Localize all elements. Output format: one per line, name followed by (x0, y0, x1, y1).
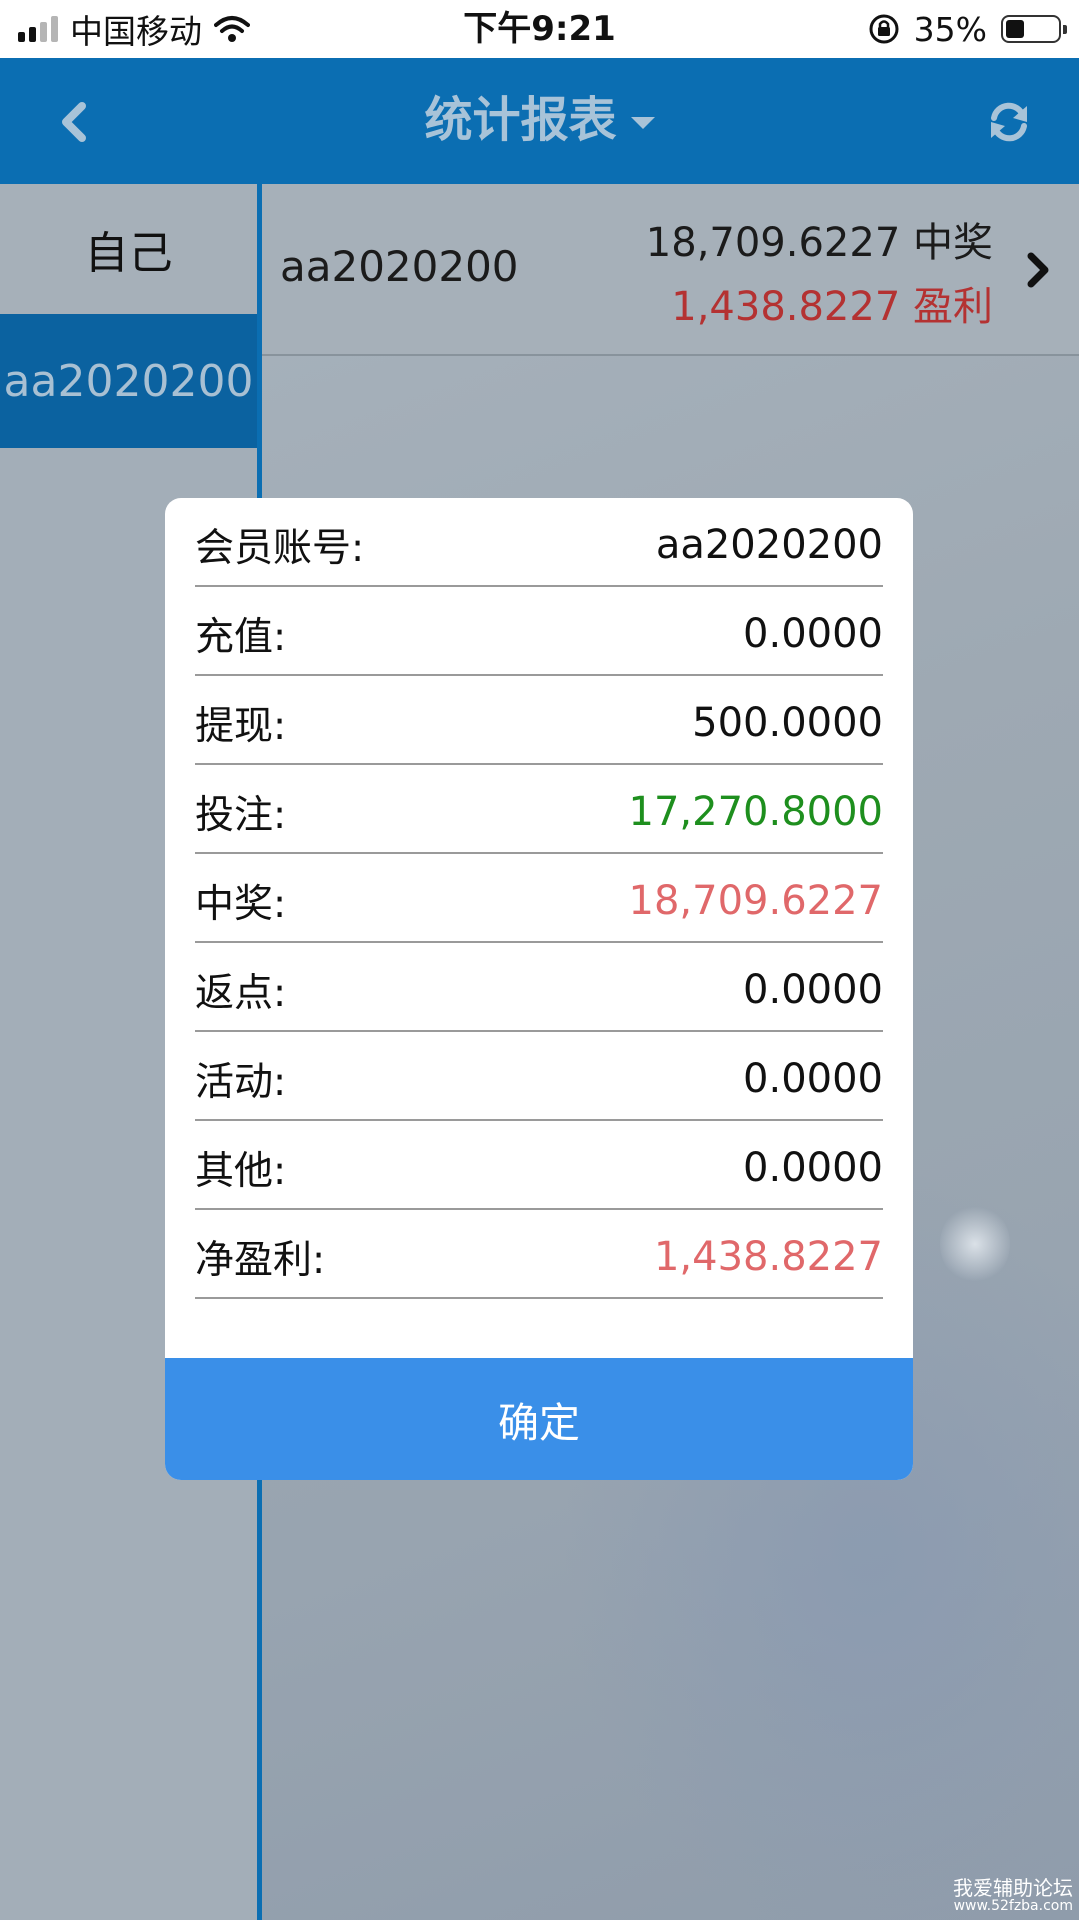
stats-row-value: aa2020200 (655, 521, 883, 568)
stats-dialog: 会员账号: aa2020200 充值: 0.0000 提现: 500.0000 … (165, 498, 913, 1480)
nav-bar: 统计报表 (0, 58, 1079, 184)
stats-row-label: 其他: (195, 1148, 287, 1194)
stats-row-account: 会员账号: aa2020200 (195, 498, 883, 587)
stats-row-label: 提现: (195, 703, 287, 749)
chevron-right-icon[interactable] (1023, 250, 1053, 290)
member-summary-row[interactable]: aa2020200 18,709.6227 中奖 1,438.8227 盈利 (262, 184, 1079, 356)
sidebar-item-member[interactable]: aa2020200 (0, 314, 257, 448)
battery-fill (1006, 20, 1024, 38)
member-win: 18,709.6227 中奖 (646, 210, 993, 268)
stats-row-withdraw: 提现: 500.0000 (195, 676, 883, 765)
stats-row-win: 中奖: 18,709.6227 (195, 854, 883, 943)
confirm-button[interactable]: 确定 (165, 1358, 913, 1480)
stats-row-bet: 投注: 17,270.8000 (195, 765, 883, 854)
page-title-text: 统计报表 (424, 92, 617, 148)
watermark: 我爱辅助论坛 www.52fzba.com (953, 1877, 1073, 1914)
caret-down-icon (630, 117, 655, 129)
battery-icon (1001, 15, 1067, 43)
refresh-icon[interactable] (983, 96, 1035, 148)
member-win-label: 中奖 (913, 220, 993, 266)
stats-row-rebate: 返点: 0.0000 (195, 943, 883, 1032)
stats-row-label: 投注: (195, 792, 287, 838)
stats-row-label: 活动: (195, 1059, 287, 1105)
stats-row-deposit: 充值: 0.0000 (195, 587, 883, 676)
stats-row-value: 1,438.8227 (653, 1233, 883, 1280)
stats-row-activity: 活动: 0.0000 (195, 1032, 883, 1121)
stats-row-label: 会员账号: (195, 525, 365, 571)
member-profit-label: 盈利 (913, 284, 993, 330)
member-win-value: 18,709.6227 (645, 220, 901, 266)
orientation-lock-icon (869, 14, 899, 44)
status-bar: 中国移动 下午9:21 35% (0, 0, 1079, 58)
stats-row-value: 0.0000 (743, 610, 883, 657)
stats-row-value: 500.0000 (692, 699, 883, 746)
stats-row-value: 0.0000 (743, 966, 883, 1013)
stats-row-value: 18,709.6227 (628, 877, 883, 924)
stats-row-value: 0.0000 (743, 1055, 883, 1102)
stats-row-other: 其他: 0.0000 (195, 1121, 883, 1210)
member-profit-value: 1,438.8227 (671, 284, 901, 330)
stats-list: 会员账号: aa2020200 充值: 0.0000 提现: 500.0000 … (195, 498, 883, 1299)
stats-row-label: 净盈利: (195, 1237, 326, 1283)
stats-row-label: 充值: (195, 614, 287, 660)
member-name: aa2020200 (280, 242, 519, 291)
sidebar-item-self[interactable]: 自己 (0, 184, 257, 314)
page-title[interactable]: 统计报表 (0, 88, 1079, 152)
status-right: 35% (868, 8, 1067, 50)
stats-row-label: 返点: (195, 970, 287, 1016)
battery-percent: 35% (913, 9, 987, 49)
watermark-url: www.52fzba.com (953, 1897, 1073, 1914)
stats-row-label: 中奖: (195, 881, 287, 927)
background-bloom (940, 1204, 1010, 1284)
stats-row-net-profit: 净盈利: 1,438.8227 (195, 1210, 883, 1299)
stats-row-value: 0.0000 (743, 1144, 883, 1191)
watermark-title: 我爱辅助论坛 (953, 1875, 1073, 1900)
stats-row-value: 17,270.8000 (628, 788, 883, 835)
member-profit: 1,438.8227 盈利 (671, 274, 993, 332)
